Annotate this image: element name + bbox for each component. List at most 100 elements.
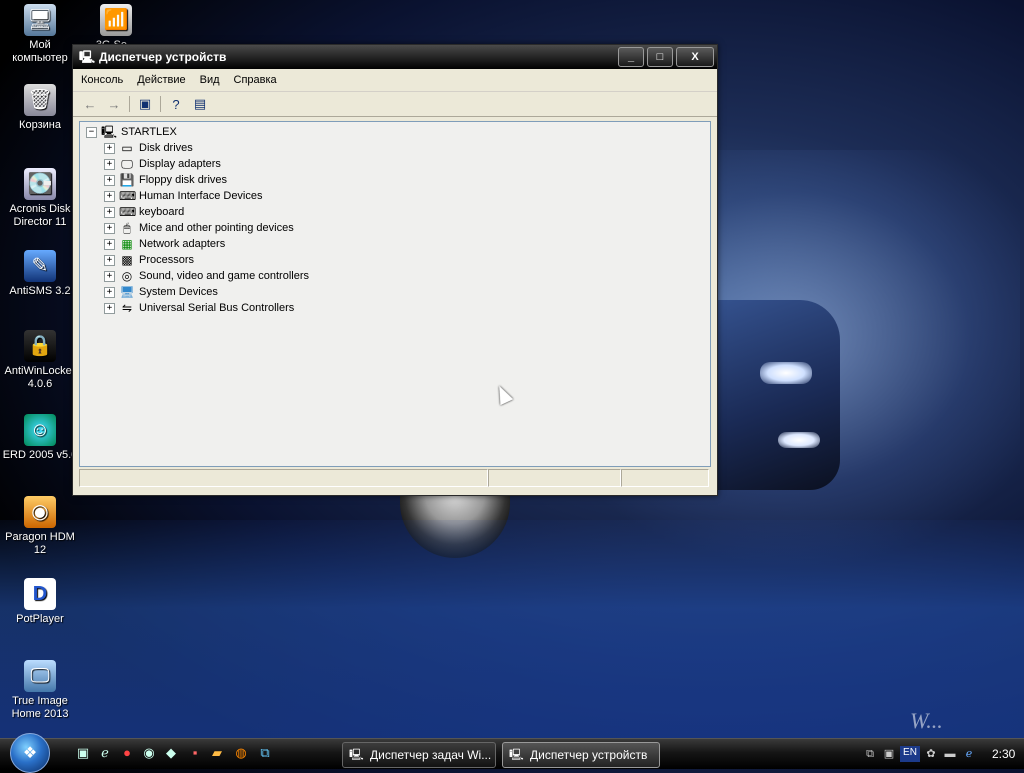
tree-node-hid[interactable]: + ⌨ Human Interface Devices <box>104 188 263 204</box>
desktop-icon-acronis[interactable]: 💽 Acronis Disk Director 11 <box>2 168 78 229</box>
desktop-icon-potplayer[interactable]: D PotPlayer <box>2 578 78 626</box>
menu-help[interactable]: Справка <box>234 74 277 86</box>
start-button[interactable]: ❖ <box>10 733 50 773</box>
expand-toggle[interactable]: + <box>104 238 115 250</box>
quicklaunch-app-icon[interactable]: ◆ <box>162 744 180 762</box>
desktop-icon-recycle-bin[interactable]: 🗑 Корзина <box>2 84 78 132</box>
tree-node-mice[interactable]: + 🖱 Mice and other pointing devices <box>104 220 294 236</box>
maximize-button[interactable]: □ <box>647 47 673 67</box>
menu-bar: Консоль Действие Вид Справка <box>73 69 717 92</box>
tree-node-usb[interactable]: + ⇋ Universal Serial Bus Controllers <box>104 300 294 316</box>
show-hide-tree-icon[interactable]: ▣ <box>136 95 154 113</box>
tree-node-keyboard[interactable]: + ⌨ keyboard <box>104 204 184 220</box>
tree-node-display-adapters[interactable]: + 🖵 Display adapters <box>104 156 221 172</box>
task-label: Диспетчер задач Wi... <box>370 748 492 762</box>
quicklaunch-folder-icon[interactable]: ▰ <box>208 744 226 762</box>
toolbar-separator <box>129 96 130 112</box>
menu-view[interactable]: Вид <box>200 74 220 86</box>
expand-toggle[interactable]: + <box>104 190 115 202</box>
quicklaunch-app-icon[interactable]: ◉ <box>140 744 158 762</box>
device-tree[interactable]: − 🖳 STARTLEX + ▭ Disk drives + 🖵 Display… <box>79 121 711 467</box>
expand-toggle[interactable]: + <box>104 286 115 298</box>
tree-node-network-adapters[interactable]: + ▦ Network adapters <box>104 236 225 252</box>
computer-icon: 🖳 <box>101 125 118 139</box>
expand-toggle[interactable]: + <box>104 174 115 186</box>
task-button-device-manager[interactable]: 🖳 Диспетчер устройств <box>502 742 660 768</box>
paragon-icon: ◉ <box>24 496 56 528</box>
app-tray-icon[interactable]: ▬ <box>942 746 958 762</box>
desktop-icon-my-computer[interactable]: 🖥 Мой компьютер <box>2 4 78 65</box>
menu-action[interactable]: Действие <box>137 74 185 86</box>
quicklaunch-save-icon[interactable]: ▪ <box>186 744 204 762</box>
recycle-bin-icon: 🗑 <box>24 84 56 116</box>
status-bar <box>79 469 709 489</box>
display-adapter-icon: 🖵 <box>121 157 133 171</box>
language-indicator[interactable]: EN <box>900 746 920 762</box>
network-adapter-icon: ▦ <box>121 237 133 251</box>
expand-toggle[interactable]: + <box>104 142 115 154</box>
menu-console[interactable]: Консоль <box>81 74 123 86</box>
status-pane <box>79 469 488 487</box>
tree-root[interactable]: − 🖳 STARTLEX <box>86 124 177 140</box>
close-button[interactable]: X <box>676 47 714 67</box>
expand-toggle[interactable]: + <box>104 158 115 170</box>
minimize-button[interactable]: _ <box>618 47 644 67</box>
app-tray-icon[interactable]: ✿ <box>923 746 939 762</box>
device-manager-window[interactable]: 🖳 Диспетчер устройств _ □ X Консоль Дейс… <box>72 44 718 496</box>
tree-node-system-devices[interactable]: + 🖥 System Devices <box>104 284 218 300</box>
tree-node-processors[interactable]: + ▩ Processors <box>104 252 194 268</box>
usb-icon: ⇋ <box>121 301 133 315</box>
task-manager-icon: 🖳 <box>349 748 364 761</box>
mouse-icon: 🖱 <box>123 221 131 235</box>
tree-node-label: Disk drives <box>139 142 193 154</box>
tree-node-label: Network adapters <box>139 238 226 250</box>
antiwinlocker-icon: 🔒 <box>24 330 56 362</box>
quicklaunch-firefox-icon[interactable]: ◍ <box>232 744 250 762</box>
tree-node-sound[interactable]: + ◎ Sound, video and game controllers <box>104 268 309 284</box>
tree-node-label: Sound, video and game controllers <box>139 270 309 282</box>
quicklaunch-desktop-icon[interactable]: ▣ <box>74 744 92 762</box>
sound-icon: ◎ <box>121 269 133 283</box>
tree-node-label: Mice and other pointing devices <box>139 222 294 234</box>
window-titlebar[interactable]: 🖳 Диспетчер устройств _ □ X <box>73 45 717 69</box>
desktop-icon-erd[interactable]: ☺ ERD 2005 v5.0 <box>2 414 78 462</box>
erd-icon: ☺ <box>24 414 56 446</box>
properties-icon[interactable]: ▤ <box>191 95 209 113</box>
tree-node-label: keyboard <box>139 206 185 218</box>
expand-toggle[interactable]: + <box>104 206 115 218</box>
network-tray-icon[interactable]: ⧉ <box>862 746 878 762</box>
quicklaunch-app-icon[interactable]: ● <box>118 744 136 762</box>
acronis-icon: 💽 <box>24 168 56 200</box>
expand-toggle[interactable]: + <box>104 254 115 266</box>
help-icon[interactable]: ? <box>167 95 185 113</box>
tree-root-label: STARTLEX <box>121 126 177 138</box>
computer-icon: 🖥 <box>24 4 56 36</box>
wallpaper-car-headlight <box>760 362 812 384</box>
hid-icon: ⌨ <box>119 189 137 203</box>
toolbar-separator <box>160 96 161 112</box>
desktop-icon-antiwinlocker[interactable]: 🔒 AntiWinLocker 4.0.6 <box>2 330 78 391</box>
quicklaunch-network-icon[interactable]: ⧉ <box>256 744 274 762</box>
desktop-icon-antisms[interactable]: ✎ AntiSMS 3.2 <box>2 250 78 298</box>
usb-modem-icon: 📶 <box>100 4 132 36</box>
task-button-task-manager[interactable]: 🖳 Диспетчер задач Wi... <box>342 742 496 768</box>
tree-node-label: Universal Serial Bus Controllers <box>139 302 295 314</box>
tree-node-label: System Devices <box>139 286 218 298</box>
expand-toggle[interactable]: + <box>104 302 115 314</box>
back-arrow-icon[interactable]: ← <box>81 95 99 113</box>
desktop-icon-trueimage[interactable]: 🖵 True Image Home 2013 <box>2 660 78 721</box>
quicklaunch-ie-icon[interactable]: ℯ <box>96 744 114 762</box>
processor-icon: ▩ <box>121 253 133 267</box>
tree-node-floppy[interactable]: + 💾 Floppy disk drives <box>104 172 227 188</box>
desktop-icon-paragon[interactable]: ◉ Paragon HDM 12 <box>2 496 78 557</box>
ie-tray-icon[interactable]: ℯ <box>961 746 977 762</box>
status-pane <box>621 469 709 487</box>
collapse-toggle[interactable]: − <box>86 126 97 138</box>
expand-toggle[interactable]: + <box>104 270 115 282</box>
tree-node-disk-drives[interactable]: + ▭ Disk drives <box>104 140 193 156</box>
app-tray-icon[interactable]: ▣ <box>881 746 897 762</box>
clock[interactable]: 2:30 <box>992 747 1015 761</box>
expand-toggle[interactable]: + <box>104 222 115 234</box>
trueimage-icon: 🖵 <box>24 660 56 692</box>
forward-arrow-icon[interactable]: → <box>105 95 123 113</box>
